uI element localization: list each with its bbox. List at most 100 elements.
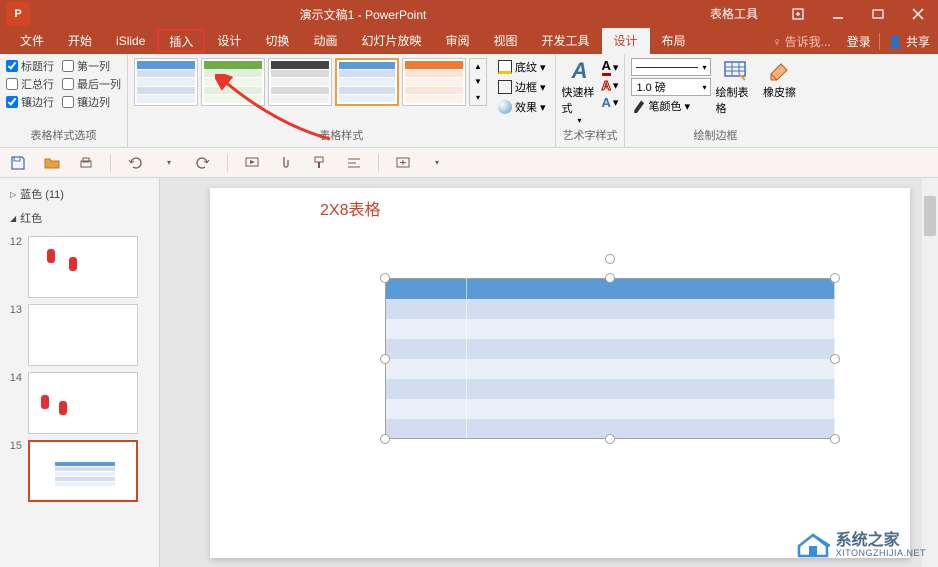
window-title: 演示文稿1 - PowerPoint <box>36 6 690 23</box>
gallery-more[interactable]: ▲▼▾ <box>469 58 487 106</box>
group-draw-borders: ▾ 1.0 磅▾ 笔颜色 ▾ 绘制表格 橡皮擦 绘制边框 <box>625 54 805 147</box>
expand-icon[interactable]: ▾ <box>470 90 486 105</box>
table-style-3[interactable] <box>268 58 332 106</box>
pen-weight-select[interactable]: 1.0 磅▾ <box>631 78 711 96</box>
vertical-scrollbar[interactable] <box>922 178 938 567</box>
pen-style-select[interactable]: ▾ <box>631 58 711 76</box>
tab-transitions[interactable]: 切换 <box>253 28 301 54</box>
slide-thumb-13[interactable]: 13 <box>6 304 153 366</box>
slide-thumb-12[interactable]: 12 <box>6 236 153 298</box>
touch-mode-button[interactable] <box>276 153 296 173</box>
ribbon-tabs: 文件 开始 iSlide 插入 设计 切换 动画 幻灯片放映 审阅 视图 开发工… <box>0 28 938 54</box>
dropdown-icon[interactable]: ▾ <box>427 153 447 173</box>
tab-slideshow[interactable]: 幻灯片放映 <box>349 28 433 54</box>
check-last-col[interactable]: 最后一列 <box>62 76 121 92</box>
table-2x8[interactable] <box>385 278 835 439</box>
slide-canvas-area[interactable]: 2X8表格 <box>160 178 938 567</box>
resize-handle-tl[interactable] <box>380 273 390 283</box>
minimize-button[interactable] <box>818 0 858 28</box>
login-button[interactable]: 登录 <box>839 33 879 50</box>
group-table-style-options: 标题行 第一列 汇总行 最后一列 镶边行 镶边列 表格样式选项 <box>0 54 128 147</box>
eraser-button[interactable]: 橡皮擦 <box>759 58 799 100</box>
draw-table-icon <box>723 58 747 82</box>
resize-handle-bc[interactable] <box>605 434 615 444</box>
border-icon <box>498 80 512 94</box>
tell-me[interactable]: ♀ 告诉我... <box>764 33 838 50</box>
tab-islide[interactable]: iSlide <box>104 28 157 54</box>
close-button[interactable] <box>898 0 938 28</box>
table-style-2[interactable] <box>201 58 265 106</box>
quick-access-toolbar: ▾ ▾ <box>0 148 938 178</box>
open-button[interactable] <box>42 153 62 173</box>
resize-handle-bl[interactable] <box>380 434 390 444</box>
format-painter-button[interactable] <box>310 153 330 173</box>
resize-handle-ml[interactable] <box>380 354 390 364</box>
wordart-icon: A <box>572 58 588 84</box>
text-fill-icon: A <box>602 58 611 76</box>
scroll-thumb[interactable] <box>924 196 936 236</box>
align-button[interactable] <box>344 153 364 173</box>
scroll-up-icon[interactable]: ▲ <box>470 59 486 74</box>
resize-handle-mr[interactable] <box>830 354 840 364</box>
tab-review[interactable]: 审阅 <box>433 28 481 54</box>
group-label: 艺术字样式 <box>562 127 619 145</box>
context-tab-table-tools[interactable]: 表格工具 <box>690 0 778 28</box>
slide-thumb-14[interactable]: 14 <box>6 372 153 434</box>
table-style-4-selected[interactable] <box>335 58 399 106</box>
undo-button[interactable] <box>125 153 145 173</box>
tab-animations[interactable]: 动画 <box>301 28 349 54</box>
tab-design[interactable]: 设计 <box>205 28 253 54</box>
check-first-col[interactable]: 第一列 <box>62 58 121 74</box>
text-fill-button[interactable]: A ▾ <box>602 58 619 76</box>
check-banded-rows[interactable]: 镶边行 <box>6 94 54 110</box>
tab-home[interactable]: 开始 <box>56 28 104 54</box>
maximize-button[interactable] <box>858 0 898 28</box>
effects-button[interactable]: 效果 ▾ <box>495 98 549 116</box>
section-blue[interactable]: ▷蓝色 (11) <box>4 182 155 206</box>
shading-button[interactable]: 底纹 ▾ <box>495 58 549 76</box>
slide-nav-pane[interactable]: ▷蓝色 (11) ◢红色 12 13 14 15 <box>0 178 160 567</box>
quick-styles-button[interactable]: A快速样式▾ <box>562 58 598 106</box>
text-outline-icon: A <box>602 78 611 93</box>
tab-table-layout[interactable]: 布局 <box>650 28 698 54</box>
table-style-1[interactable] <box>134 58 198 106</box>
resize-handle-tc[interactable] <box>605 273 615 283</box>
tab-insert[interactable]: 插入 <box>157 29 205 53</box>
borders-button[interactable]: 边框 ▾ <box>495 78 549 96</box>
check-total-row[interactable]: 汇总行 <box>6 76 54 92</box>
group-label: 表格样式 <box>134 127 549 145</box>
scroll-down-icon[interactable]: ▼ <box>470 74 486 89</box>
rotate-handle[interactable] <box>605 254 615 264</box>
table-style-5[interactable] <box>402 58 466 106</box>
new-slide-button[interactable] <box>393 153 413 173</box>
tab-table-design[interactable]: 设计 <box>602 28 650 54</box>
slide-thumb-15[interactable]: 15 <box>6 440 153 502</box>
titlebar: P 演示文稿1 - PowerPoint 表格工具 <box>0 0 938 28</box>
tab-developer[interactable]: 开发工具 <box>530 28 602 54</box>
from-beginning-button[interactable] <box>242 153 262 173</box>
pen-color-button[interactable]: 笔颜色 ▾ <box>631 98 711 114</box>
main-area: ▷蓝色 (11) ◢红色 12 13 14 15 2X8表格 <box>0 178 938 567</box>
tab-file[interactable]: 文件 <box>8 28 56 54</box>
tab-view[interactable]: 视图 <box>481 28 529 54</box>
quick-print-button[interactable] <box>76 153 96 173</box>
dropdown-icon[interactable]: ▾ <box>159 153 179 173</box>
check-header-row[interactable]: 标题行 <box>6 58 54 74</box>
share-button[interactable]: 👤 共享 <box>879 33 938 50</box>
save-button[interactable] <box>8 153 28 173</box>
draw-table-button[interactable]: 绘制表格 <box>715 58 755 116</box>
app-icon: P <box>6 2 30 26</box>
ribbon-options-button[interactable] <box>778 0 818 28</box>
watermark: 系统之家 XITONGZHIJIA.NET <box>796 532 926 559</box>
check-banded-cols[interactable]: 镶边列 <box>62 94 121 110</box>
text-effects-button[interactable]: A ▾ <box>602 95 619 110</box>
resize-handle-br[interactable] <box>830 434 840 444</box>
section-red[interactable]: ◢红色 <box>4 206 155 230</box>
selected-table[interactable] <box>385 278 835 439</box>
resize-handle-tr[interactable] <box>830 273 840 283</box>
watermark-title: 系统之家 <box>836 532 926 550</box>
redo-button[interactable] <box>193 153 213 173</box>
group-wordart: A快速样式▾ A ▾ A ▾ A ▾ 艺术字样式 <box>556 54 626 147</box>
text-outline-button[interactable]: A ▾ <box>602 78 619 93</box>
slide[interactable]: 2X8表格 <box>210 188 910 558</box>
